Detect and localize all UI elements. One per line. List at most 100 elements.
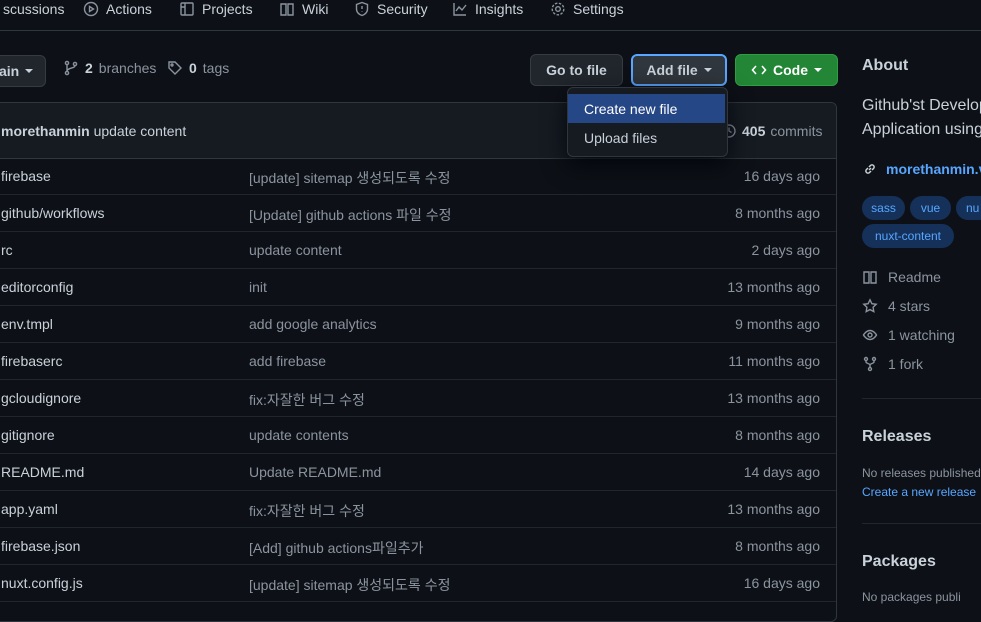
commit-age: 9 months ago — [735, 316, 820, 332]
file-name[interactable]: editorconfig — [1, 279, 73, 295]
commit-message[interactable]: [update] sitemap 생성되도록 수정 — [249, 168, 450, 188]
branches-count: 2 — [85, 60, 93, 76]
topic-tag[interactable]: nu — [956, 196, 981, 220]
commit-message[interactable]: [Update] github actions 파일 수정 — [249, 205, 452, 225]
commit-message[interactable]: update content — [94, 123, 187, 139]
book-icon — [280, 3, 294, 16]
menu-item-create-new-file[interactable]: Create new file — [568, 94, 725, 123]
tab-label: Insights — [475, 1, 524, 17]
gear-icon — [551, 2, 565, 16]
watching-label: 1 watching — [888, 327, 955, 343]
forks-link[interactable]: 1 fork — [862, 356, 923, 372]
add-file-button[interactable]: Add file — [631, 54, 727, 86]
commit-message[interactable]: update content — [249, 242, 342, 258]
branch-select-button[interactable]: ain — [0, 55, 46, 87]
tab-settings[interactable]: Settings — [550, 0, 624, 20]
menu-item-label: Create new file — [584, 100, 678, 117]
table-row[interactable]: env.tmpl add google analytics 9 months a… — [0, 306, 836, 343]
repo-description-line2: Application using — [862, 121, 981, 138]
commit-message[interactable]: update contents — [249, 427, 349, 443]
file-name[interactable]: nuxt.config.js — [1, 575, 83, 591]
table-row[interactable]: gitignore update contents 8 months ago — [0, 417, 836, 454]
tab-label: Settings — [573, 1, 624, 17]
commit-message[interactable]: fix:자잘한 버그 수정 — [249, 390, 365, 410]
table-row[interactable]: rc update content 2 days ago — [0, 232, 836, 269]
no-packages-text: No packages publi — [862, 590, 961, 604]
star-icon — [862, 298, 878, 313]
commits-label: commits — [770, 123, 823, 139]
commit-message[interactable]: [update] sitemap 생성되도록 수정 — [249, 575, 450, 595]
forks-label: 1 fork — [888, 356, 924, 372]
table-row[interactable]: app.yaml fix:자잘한 버그 수정 13 months ago — [0, 491, 836, 528]
tab-projects[interactable]: Projects — [179, 0, 253, 20]
table-row[interactable]: README.md Update README.md 14 days ago — [0, 454, 836, 491]
commit-age: 13 months ago — [727, 279, 820, 295]
commit-message[interactable]: [Add] github actions파일추가 — [249, 538, 424, 558]
website-url[interactable]: morethanmin.v — [886, 161, 981, 177]
table-row[interactable]: firebase.json [Add] github actions파일추가 8… — [0, 528, 836, 565]
table-row[interactable]: firebase [update] sitemap 생성되도록 수정 16 da… — [0, 158, 836, 195]
file-name[interactable]: env.tmpl — [1, 316, 53, 332]
commit-age: 8 months ago — [735, 427, 820, 443]
file-name[interactable]: firebaserc — [1, 353, 62, 369]
repo-nav: scussions Actions Projects Wiki Security… — [0, 0, 981, 31]
shield-icon — [355, 1, 369, 17]
commit-message[interactable]: add google analytics — [249, 316, 377, 332]
add-file-menu: Create new file Upload files — [567, 87, 728, 157]
create-release-link[interactable]: Create a new release — [862, 485, 976, 499]
file-name[interactable]: github/workflows — [1, 205, 105, 221]
commit-age: 13 months ago — [727, 501, 820, 517]
releases-heading[interactable]: Releases — [862, 428, 931, 446]
tab-label: Wiki — [302, 1, 329, 17]
watching-link[interactable]: 1 watching — [862, 327, 955, 343]
table-row[interactable]: editorconfig init 13 months ago — [0, 269, 836, 306]
tab-wiki[interactable]: Wiki — [279, 0, 328, 20]
branch-name: ain — [0, 63, 20, 79]
add-file-label: Add file — [646, 62, 698, 78]
chevron-down-icon — [25, 69, 34, 73]
website-link[interactable]: morethanmin.v — [862, 161, 981, 177]
menu-item-upload-files[interactable]: Upload files — [568, 123, 725, 152]
tab-actions[interactable]: Actions — [83, 0, 152, 20]
go-to-file-button[interactable]: Go to file — [530, 54, 623, 86]
book-icon — [863, 271, 877, 284]
file-name[interactable]: app.yaml — [1, 501, 58, 517]
tab-label: Projects — [202, 1, 253, 17]
file-name[interactable]: firebase.json — [1, 538, 80, 554]
table-row[interactable]: firebaserc add firebase 11 months ago — [0, 343, 836, 380]
topic-tag[interactable]: sass — [862, 196, 905, 220]
file-name[interactable]: README.md — [1, 464, 84, 480]
tab-discussions[interactable]: scussions — [0, 0, 64, 20]
file-name[interactable]: firebase — [1, 168, 51, 184]
tab-security[interactable]: Security — [354, 0, 428, 20]
commit-age: 8 months ago — [735, 538, 820, 554]
file-name[interactable]: gitignore — [1, 427, 55, 443]
commit-message[interactable]: fix:자잘한 버그 수정 — [249, 501, 365, 521]
file-name[interactable]: gcloudignore — [1, 390, 81, 406]
topic-tag[interactable]: vue — [910, 196, 951, 220]
tab-label: Security — [377, 1, 428, 17]
readme-link[interactable]: Readme — [862, 269, 941, 285]
commit-message[interactable]: add firebase — [249, 353, 326, 369]
latest-commit: morethanmin update content — [1, 123, 186, 139]
tab-label: scussions — [3, 1, 65, 17]
table-row[interactable]: gcloudignore fix:자잘한 버그 수정 13 months ago — [0, 380, 836, 417]
chevron-down-icon — [814, 68, 822, 72]
stars-link[interactable]: 4 stars — [862, 298, 930, 314]
commit-age: 2 days ago — [751, 242, 821, 258]
commit-message[interactable]: Update README.md — [249, 464, 381, 480]
file-name[interactable]: rc — [1, 242, 13, 258]
commit-author[interactable]: morethanmin — [1, 123, 90, 139]
branches-link[interactable]: 2 branches — [63, 60, 156, 76]
commit-message[interactable]: init — [249, 279, 267, 295]
commits-link[interactable]: 405 commits — [721, 123, 822, 139]
code-button[interactable]: Code — [735, 54, 838, 86]
packages-heading[interactable]: Packages — [862, 553, 936, 571]
table-row[interactable]: github/workflows [Update] github actions… — [0, 195, 836, 232]
topic-tag[interactable]: nuxt-content — [862, 224, 954, 248]
branches-label: branches — [98, 60, 157, 76]
tags-count: 0 — [189, 60, 197, 76]
tab-insights[interactable]: Insights — [452, 0, 523, 20]
table-row[interactable]: nuxt.config.js [update] sitemap 생성되도록 수정… — [0, 565, 836, 602]
tags-link[interactable]: 0 tags — [167, 60, 229, 76]
